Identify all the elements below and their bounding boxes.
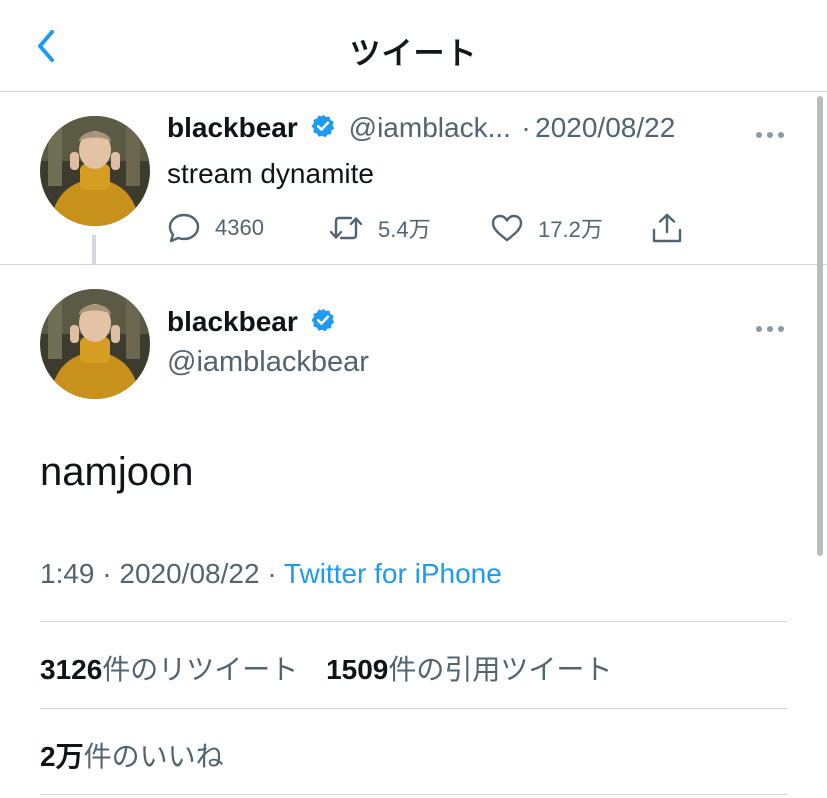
- tweet-meta: 1:49 · 2020/08/22 · Twitter for iPhone: [40, 558, 502, 590]
- retweets-stat[interactable]: 3126件のリツイート: [40, 654, 298, 685]
- top-header: ツイート: [0, 0, 827, 92]
- share-button[interactable]: [650, 211, 684, 245]
- divider: [40, 794, 787, 795]
- avatar[interactable]: [40, 289, 150, 399]
- handle[interactable]: @iamblack...: [349, 112, 511, 143]
- divider: [0, 264, 827, 265]
- tweet-date: 2020/08/22: [119, 558, 260, 589]
- like-button[interactable]: 17.2万: [490, 211, 603, 245]
- reply-count: 4360: [215, 215, 264, 240]
- reply-icon: [168, 213, 200, 243]
- tweet-source-link[interactable]: Twitter for iPhone: [284, 558, 502, 589]
- more-icon: [756, 326, 784, 332]
- retweet-count: 5.4万: [378, 217, 431, 242]
- thread-connector: [92, 235, 96, 265]
- separator: ·: [102, 558, 112, 589]
- parent-tweet-header: blackbear @iamblack... · 2020/08/22: [167, 112, 675, 144]
- verified-badge-icon: [311, 114, 335, 138]
- handle[interactable]: @iamblackbear: [167, 346, 369, 379]
- likes-label: 件のいいね: [83, 741, 224, 772]
- retweet-icon: [329, 216, 363, 240]
- more-options-button[interactable]: [755, 320, 785, 332]
- avatar[interactable]: [40, 116, 150, 226]
- share-icon: [652, 213, 682, 243]
- main-tweet-header: blackbear: [167, 306, 336, 338]
- display-name[interactable]: blackbear: [167, 112, 298, 143]
- retweet-button[interactable]: 5.4万: [328, 211, 431, 245]
- separator: ·: [267, 558, 277, 589]
- display-name[interactable]: blackbear: [167, 306, 298, 337]
- likes-stat[interactable]: 2万件のいいね: [40, 741, 224, 772]
- avatar-photo: [40, 116, 150, 226]
- engagement-stats: 3126件のリツイート 1509件の引用ツイート: [40, 648, 632, 688]
- heart-icon: [491, 214, 523, 242]
- quotes-label: 件の引用ツイート: [388, 654, 613, 685]
- quotes-number: 1509: [326, 654, 389, 685]
- page-title: ツイート: [349, 36, 478, 71]
- verified-badge-icon: [311, 308, 335, 332]
- avatar-photo: [40, 289, 150, 399]
- tweet-text: namjoon: [40, 450, 194, 494]
- likes-stats: 2万件のいいね: [40, 735, 244, 775]
- like-count: 17.2万: [538, 217, 603, 242]
- quotes-stat[interactable]: 1509件の引用ツイート: [326, 654, 612, 685]
- tweet-text: stream dynamite: [167, 158, 374, 189]
- tweet-time: 1:49: [40, 558, 95, 589]
- likes-number: 2万: [40, 741, 84, 772]
- scrollbar[interactable]: [817, 96, 823, 556]
- more-icon: [756, 132, 784, 138]
- retweets-label: 件のリツイート: [102, 654, 299, 685]
- more-options-button[interactable]: [755, 126, 785, 138]
- divider: [40, 708, 787, 709]
- divider: [40, 621, 787, 622]
- separator: ·: [521, 112, 531, 143]
- retweets-number: 3126: [40, 654, 103, 685]
- tweet-date[interactable]: 2020/08/22: [535, 112, 675, 143]
- reply-button[interactable]: 4360: [167, 211, 264, 245]
